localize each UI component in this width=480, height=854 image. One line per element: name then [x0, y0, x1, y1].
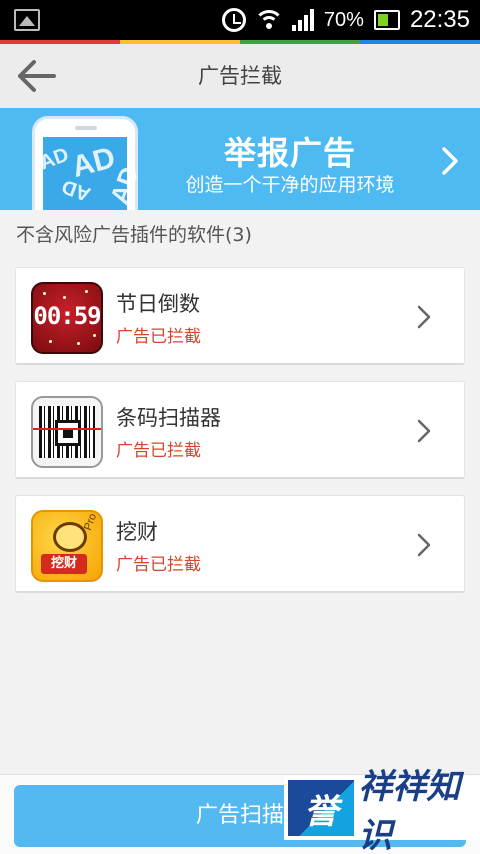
banner-subline: 创造一个干净的应用环境	[185, 174, 395, 196]
app-name: 节日倒数	[116, 292, 200, 316]
section-title: 不含风险广告插件的软件(3)	[16, 224, 252, 246]
wacai-icon: 挖财 Pro	[31, 510, 103, 582]
chevron-right-icon	[442, 147, 458, 175]
countdown-digits: 00:59	[33, 302, 101, 330]
gallery-icon	[14, 9, 40, 31]
app-status: 广告已拦截	[116, 441, 201, 461]
report-ad-banner[interactable]: AD AD AD AD 举报广告 创造一个干净的应用环境	[0, 108, 480, 210]
list-item[interactable]: 00:59 节日倒数 广告已拦截	[15, 267, 465, 365]
wacai-badge: 挖财	[41, 554, 87, 574]
list-item[interactable]: 挖财 Pro 挖财 广告已拦截	[15, 495, 465, 593]
watermark-text: 祥祥知识	[358, 767, 461, 854]
page-title: 广告拦截	[198, 64, 282, 88]
wifi-icon	[255, 10, 282, 30]
chevron-right-icon	[417, 419, 431, 443]
banner-headline: 举报广告	[223, 134, 356, 172]
status-bar: 70% 22:35	[0, 0, 480, 40]
watermark: 誉 祥祥知识	[284, 767, 480, 854]
battery-percent: 70%	[323, 8, 364, 31]
app-name: 挖财	[116, 520, 158, 544]
app-name: 条码扫描器	[116, 406, 221, 430]
title-bar: 广告拦截	[0, 44, 480, 108]
signal-icon	[291, 9, 314, 31]
app-status: 广告已拦截	[116, 327, 201, 347]
pro-label: Pro	[81, 511, 100, 533]
watermark-logo: 誉	[288, 780, 355, 836]
barcode-icon	[31, 396, 103, 468]
chevron-right-icon	[417, 533, 431, 557]
clock: 22:35	[409, 6, 470, 33]
app-status: 广告已拦截	[116, 555, 201, 575]
countdown-icon: 00:59	[31, 282, 103, 354]
battery-icon	[373, 10, 400, 30]
chevron-right-icon	[417, 305, 431, 329]
status-icons: 70% 22:35	[221, 0, 470, 40]
list-item[interactable]: 条码扫描器 广告已拦截	[15, 381, 465, 479]
alarm-icon	[221, 8, 246, 32]
